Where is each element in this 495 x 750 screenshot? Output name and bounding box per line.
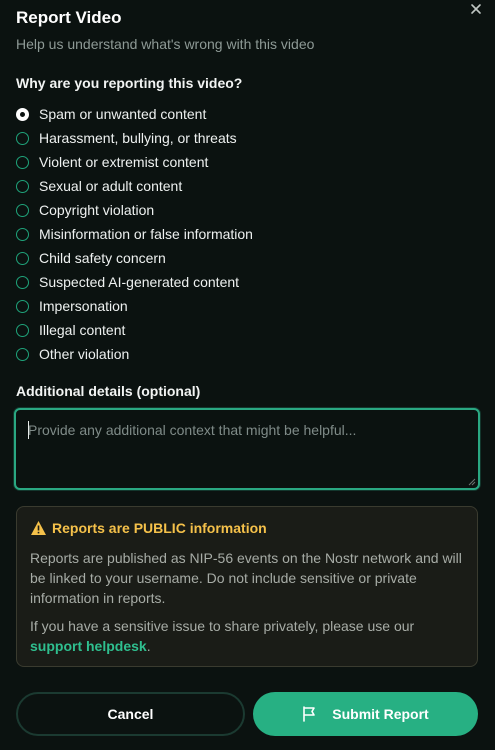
flag-icon — [303, 706, 316, 722]
reason-option-misinformation[interactable]: Misinformation or false information — [16, 222, 253, 246]
radio-button[interactable] — [16, 227, 29, 241]
radio-button-checked[interactable] — [16, 107, 29, 121]
close-icon[interactable] — [469, 2, 483, 16]
reason-radio-group: Spam or unwanted content Harassment, bul… — [16, 102, 253, 366]
reason-option-label: Sexual or adult content — [39, 178, 183, 194]
radio-button[interactable] — [16, 275, 29, 289]
details-label: Additional details (optional) — [16, 383, 201, 399]
dialog-subtitle: Help us understand what's wrong with thi… — [16, 36, 315, 52]
radio-button[interactable] — [16, 299, 29, 313]
support-helpdesk-link[interactable]: support helpdesk — [30, 638, 147, 654]
reason-option-ai-generated[interactable]: Suspected AI-generated content — [16, 270, 253, 294]
reason-option-impersonation[interactable]: Impersonation — [16, 294, 253, 318]
reason-option-copyright[interactable]: Copyright violation — [16, 198, 253, 222]
reason-option-other[interactable]: Other violation — [16, 342, 253, 366]
reason-option-sexual[interactable]: Sexual or adult content — [16, 174, 253, 198]
details-textarea[interactable]: Provide any additional context that migh… — [14, 408, 480, 490]
notice-header: Reports are PUBLIC information — [30, 520, 267, 536]
warning-icon — [31, 521, 46, 535]
cancel-button-label: Cancel — [107, 706, 154, 722]
reason-option-label: Spam or unwanted content — [39, 106, 207, 122]
submit-button-label: Submit Report — [332, 706, 429, 722]
reason-option-label: Suspected AI-generated content — [39, 274, 240, 290]
reason-option-spam[interactable]: Spam or unwanted content — [16, 102, 253, 126]
radio-button[interactable] — [16, 251, 29, 265]
reason-option-label: Illegal content — [39, 322, 126, 338]
notice-text: If you have a sensitive issue to share p… — [30, 618, 415, 634]
notice-paragraph: Reports are published as NIP-56 events o… — [30, 550, 462, 606]
reason-option-label: Other violation — [39, 346, 130, 362]
notice-text-end: . — [146, 638, 151, 654]
reason-option-label: Misinformation or false information — [39, 226, 253, 242]
resize-handle-icon[interactable] — [468, 478, 476, 486]
reason-option-label: Child safety concern — [39, 250, 166, 266]
reason-option-label: Copyright violation — [39, 202, 155, 218]
notice-title: Reports are PUBLIC information — [52, 520, 267, 536]
radio-button[interactable] — [16, 131, 29, 145]
reason-option-label: Impersonation — [39, 298, 128, 314]
submit-report-button[interactable]: Submit Report — [253, 692, 478, 736]
reason-option-label: Harassment, bullying, or threats — [39, 130, 237, 146]
radio-button[interactable] — [16, 323, 29, 337]
reason-option-violent[interactable]: Violent or extremist content — [16, 150, 253, 174]
reason-question: Why are you reporting this video? — [16, 75, 243, 91]
reason-option-illegal[interactable]: Illegal content — [16, 318, 253, 342]
radio-button[interactable] — [16, 203, 29, 217]
dialog-title: Report Video — [16, 8, 122, 27]
reason-option-harassment[interactable]: Harassment, bullying, or threats — [16, 126, 253, 150]
public-notice: Reports are PUBLIC information Reports a… — [16, 506, 478, 667]
radio-button[interactable] — [16, 155, 29, 169]
reason-option-child-safety[interactable]: Child safety concern — [16, 246, 253, 270]
notice-paragraph-helpdesk: If you have a sensitive issue to share p… — [30, 616, 470, 656]
reason-option-label: Violent or extremist content — [39, 154, 209, 170]
cancel-button[interactable]: Cancel — [16, 692, 245, 736]
details-placeholder: Provide any additional context that migh… — [28, 422, 357, 438]
radio-button[interactable] — [16, 179, 29, 193]
radio-button[interactable] — [16, 347, 29, 361]
